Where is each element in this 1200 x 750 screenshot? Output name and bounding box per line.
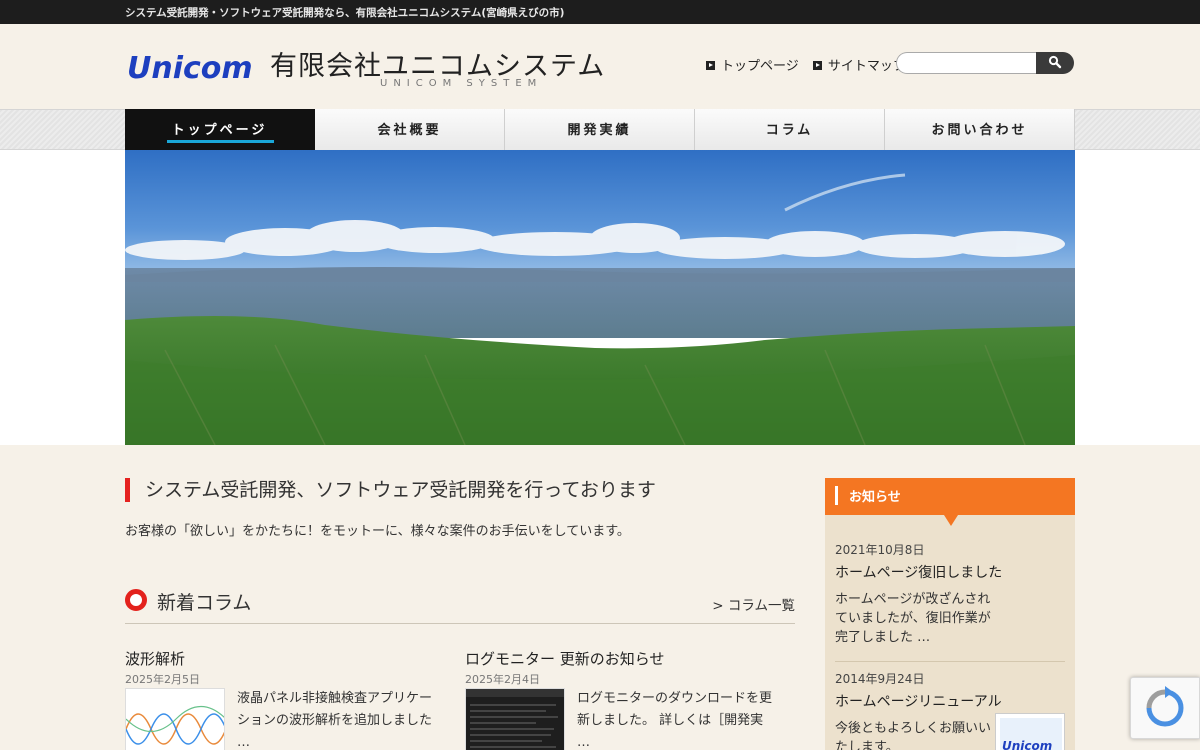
top-bar-text: システム受託開発・ソフトウェア受託開発なら、有限会社ユニコムシステム(宮崎県えび…: [125, 7, 565, 19]
post-thumbnail[interactable]: [125, 688, 225, 750]
news-divider: [835, 661, 1065, 662]
post-title[interactable]: 波形解析: [125, 648, 445, 669]
post-date: 2025年2月4日: [465, 673, 540, 686]
header-link-top[interactable]: トップページ: [706, 55, 799, 74]
ring-icon: [125, 589, 147, 611]
column-post[interactable]: ログモニター 更新のお知らせ 2025年2月4日 ログモニターのダウンロードを更…: [465, 648, 785, 750]
column-heading: 新着コラム: [157, 592, 252, 614]
column-section-header: 新着コラム > コラム一覧: [125, 588, 795, 624]
post-thumbnail[interactable]: [465, 688, 565, 750]
main-title: システム受託開発、ソフトウェア受託開発を行っております: [125, 478, 656, 502]
active-underline: [167, 140, 274, 143]
news-date: 2021年10月8日: [835, 543, 925, 557]
arrow-right-icon: [706, 61, 715, 70]
news-heading: お知らせ: [849, 490, 901, 505]
nav-item-column[interactable]: コラム: [695, 109, 885, 150]
nav-item-company[interactable]: 会社概要: [315, 109, 505, 150]
post-date: 2025年2月5日: [125, 673, 200, 686]
post-excerpt: ログモニターのダウンロードを更新しました。 詳しくは［開発実 …: [577, 691, 773, 750]
news-date: 2014年9月24日: [835, 672, 925, 686]
nav-item-top[interactable]: トップページ: [125, 109, 315, 160]
news-header: お知らせ: [825, 478, 1075, 526]
logo-text: Unicom: [127, 51, 253, 83]
nav-item-label: お問い合わせ: [931, 123, 1028, 138]
nav-item-label: トップページ: [171, 123, 268, 138]
company-name-en: UNICOM SYSTEM: [380, 78, 543, 89]
header-link-sitemap-label: サイトマップ: [827, 59, 906, 74]
news-thumbnail[interactable]: Unicom: [995, 713, 1065, 750]
arrow-right-icon: [812, 61, 822, 70]
nav-item-label: 開発実績: [567, 123, 632, 138]
news-sidebar: お知らせ 2021年10月8日 ホームページ復旧しました ホームページが改ざんさ…: [825, 478, 1075, 750]
header: Unicom 有限会社ユニコムシステム UNICOM SYSTEM トップページ…: [0, 24, 1200, 109]
global-nav: トップページ 会社概要 開発実績 コラム お問い合わせ: [125, 109, 1075, 160]
news-body: 今後ともよろしくお願いいたします。: [835, 721, 992, 750]
search-button[interactable]: [1036, 52, 1074, 74]
nav-item-contact[interactable]: お問い合わせ: [885, 109, 1075, 150]
nav-item-label: コラム: [765, 123, 814, 138]
news-body: ホームページが改ざんされていましたが、復旧作業が完了しました …: [835, 592, 991, 645]
recaptcha-icon: [1146, 686, 1184, 727]
column-list-link[interactable]: > コラム一覧: [712, 594, 795, 614]
news-item[interactable]: 2021年10月8日 ホームページ復旧しました ホームページが改ざんされていまし…: [835, 541, 1065, 647]
main-description: お客様の「欲しい」をかたちに！をモットーに、様々な案件のお手伝いをしています。: [125, 524, 630, 539]
search-icon: [1048, 55, 1062, 68]
post-excerpt: 液晶パネル非接触検査アプリケーションの波形解析を追加しました …: [237, 691, 433, 750]
header-link-top-label: トップページ: [721, 59, 799, 74]
nav-item-label: 会社概要: [377, 123, 442, 138]
news-pointer-icon: [944, 515, 958, 526]
news-title[interactable]: ホームページリニューアル: [835, 691, 1065, 711]
post-title[interactable]: ログモニター 更新のお知らせ: [465, 648, 785, 669]
company-name: 有限会社ユニコムシステム UNICOM SYSTEM: [270, 44, 605, 89]
header-links: トップページ サイトマップ: [706, 55, 916, 74]
top-bar: システム受託開発・ソフトウェア受託開発なら、有限会社ユニコムシステム(宮崎県えび…: [0, 0, 1200, 24]
news-title[interactable]: ホームページ復旧しました: [835, 562, 1065, 582]
recaptcha-badge[interactable]: [1130, 677, 1200, 739]
hero-image: [125, 150, 1075, 445]
search-box: [896, 52, 1074, 74]
heading-marker: [835, 486, 838, 505]
column-post[interactable]: 波形解析 2025年2月5日 液晶パネル非接触検査アプリケーションの波形解析を追…: [125, 648, 445, 750]
thumbnail-logo-text: Unicom: [1002, 739, 1052, 750]
header-link-sitemap[interactable]: サイトマップ: [812, 55, 906, 74]
search-input[interactable]: [896, 52, 1038, 74]
company-logo[interactable]: Unicom: [125, 51, 260, 83]
nav-item-works[interactable]: 開発実績: [505, 109, 695, 150]
